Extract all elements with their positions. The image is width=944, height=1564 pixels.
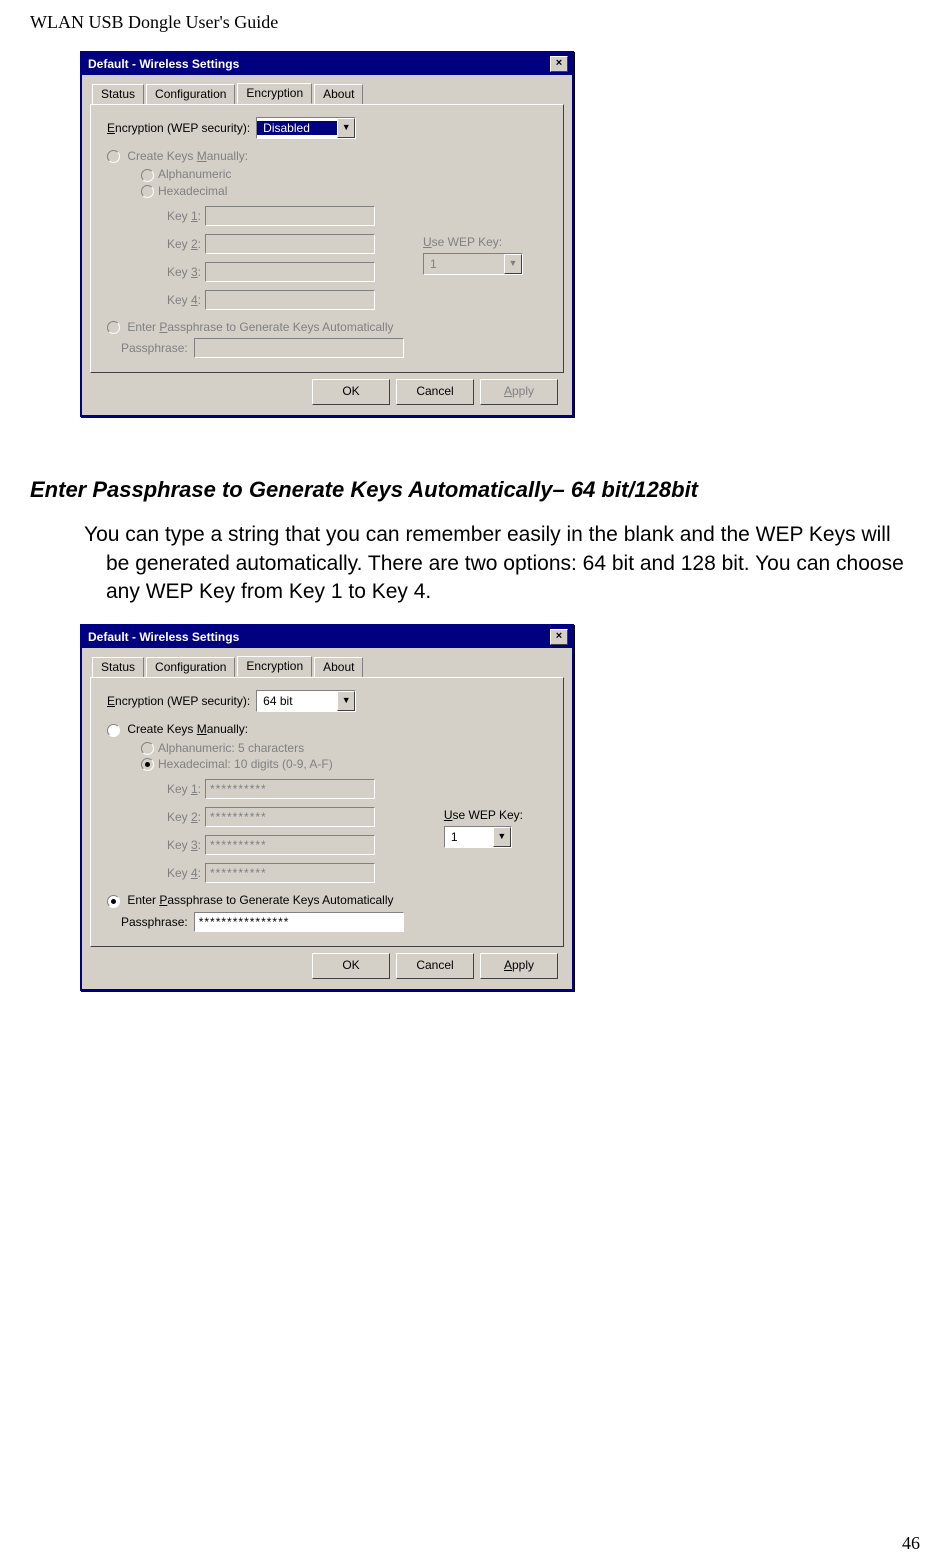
key-1-input[interactable]: **********: [205, 779, 375, 799]
create-keys-manually-radio[interactable]: Create Keys Manually:: [107, 149, 547, 163]
key-3-input[interactable]: **********: [205, 835, 375, 855]
passphrase-label: Passphrase:: [121, 341, 188, 355]
radio-icon: [141, 169, 154, 182]
enter-passphrase-radio[interactable]: Enter Passphrase to Generate Keys Automa…: [107, 893, 547, 907]
tab-status[interactable]: Status: [92, 84, 144, 105]
tab-page-encryption: Encryption (WEP security): Disabled ▼ Cr…: [90, 104, 564, 373]
tab-about[interactable]: About: [314, 84, 363, 105]
key-2-input[interactable]: [205, 234, 375, 254]
radio-icon: [141, 185, 154, 198]
apply-button[interactable]: Apply: [480, 953, 558, 979]
chevron-down-icon: ▼: [493, 827, 511, 847]
tab-configuration[interactable]: Configuration: [146, 84, 235, 105]
tab-configuration[interactable]: Configuration: [146, 657, 235, 678]
passphrase-input[interactable]: [194, 338, 404, 358]
button-bar: OK Cancel Apply: [90, 373, 564, 413]
page-header: WLAN USB Dongle User's Guide: [30, 12, 914, 33]
key-4-row: Key 4: **********: [157, 863, 547, 883]
dialog-title-text: Default - Wireless Settings: [88, 630, 239, 644]
chevron-down-icon: ▼: [337, 691, 355, 711]
close-icon[interactable]: ×: [550, 56, 568, 72]
radio-icon: [141, 758, 154, 771]
dialog-titlebar[interactable]: Default - Wireless Settings ×: [82, 626, 572, 648]
encryption-select[interactable]: 64 bit ▼: [256, 690, 356, 712]
dialog-title-text: Default - Wireless Settings: [88, 57, 239, 71]
key-1-row: Key 1: **********: [157, 779, 547, 799]
use-wep-key: Use WEP Key: 1 ▼: [423, 235, 523, 275]
body-paragraph: You can type a string that you can remem…: [84, 521, 914, 606]
encryption-label: Encryption (WEP security):: [107, 121, 250, 135]
use-wep-key: Use WEP Key: 1 ▼: [444, 808, 523, 848]
encryption-label: Encryption (WEP security):: [107, 694, 250, 708]
hex-radio[interactable]: Hexadecimal: [141, 184, 547, 198]
tab-about[interactable]: About: [314, 657, 363, 678]
use-wep-select[interactable]: 1 ▼: [444, 826, 512, 848]
passphrase-label: Passphrase:: [121, 915, 188, 929]
encryption-value: Disabled: [257, 121, 337, 135]
key-3-input[interactable]: [205, 262, 375, 282]
tab-encryption[interactable]: Encryption: [237, 83, 312, 104]
use-wep-value: 1: [445, 830, 493, 844]
radio-icon: [107, 895, 120, 908]
tabs: Status Configuration Encryption About: [90, 83, 564, 104]
ok-button[interactable]: OK: [312, 379, 390, 405]
passphrase-input[interactable]: ****************: [194, 912, 404, 932]
use-wep-value: 1: [424, 257, 504, 271]
wireless-settings-dialog-2: Default - Wireless Settings × Status Con…: [80, 624, 574, 990]
key-2-input[interactable]: **********: [205, 807, 375, 827]
passphrase-row: Passphrase:: [121, 338, 547, 358]
dialog-1-wrap: Default - Wireless Settings × Status Con…: [80, 51, 914, 417]
page-number: 46: [902, 1533, 920, 1554]
key-4-input[interactable]: [205, 290, 375, 310]
key-1-row: Key 1:: [157, 206, 547, 226]
cancel-button[interactable]: Cancel: [396, 953, 474, 979]
tabs: Status Configuration Encryption About: [90, 656, 564, 677]
alpha-radio[interactable]: Alphanumeric: 5 characters: [141, 741, 547, 755]
tab-page-encryption: Encryption (WEP security): 64 bit ▼ Crea…: [90, 677, 564, 946]
radio-icon: [107, 724, 120, 737]
dialog-titlebar[interactable]: Default - Wireless Settings ×: [82, 53, 572, 75]
section-heading: Enter Passphrase to Generate Keys Automa…: [30, 477, 914, 503]
passphrase-row: Passphrase: ****************: [121, 912, 547, 932]
tab-encryption[interactable]: Encryption: [237, 656, 312, 677]
tab-status[interactable]: Status: [92, 657, 144, 678]
radio-icon: [141, 742, 154, 755]
wireless-settings-dialog-1: Default - Wireless Settings × Status Con…: [80, 51, 574, 417]
button-bar: OK Cancel Apply: [90, 947, 564, 987]
key-1-input[interactable]: [205, 206, 375, 226]
use-wep-select[interactable]: 1 ▼: [423, 253, 523, 275]
encryption-select[interactable]: Disabled ▼: [256, 117, 356, 139]
encryption-value: 64 bit: [257, 694, 337, 708]
ok-button[interactable]: OK: [312, 953, 390, 979]
chevron-down-icon: ▼: [337, 118, 355, 138]
hex-radio[interactable]: Hexadecimal: 10 digits (0-9, A-F): [141, 757, 547, 771]
close-icon[interactable]: ×: [550, 629, 568, 645]
create-keys-manually-radio[interactable]: Create Keys Manually:: [107, 722, 547, 736]
radio-icon: [107, 150, 120, 163]
key-4-input[interactable]: **********: [205, 863, 375, 883]
radio-icon: [107, 321, 120, 334]
cancel-button[interactable]: Cancel: [396, 379, 474, 405]
key-4-row: Key 4:: [157, 290, 547, 310]
dialog-2-wrap: Default - Wireless Settings × Status Con…: [80, 624, 914, 990]
enter-passphrase-radio[interactable]: Enter Passphrase to Generate Keys Automa…: [107, 320, 547, 334]
chevron-down-icon: ▼: [504, 254, 522, 274]
alpha-radio[interactable]: Alphanumeric: [141, 167, 547, 181]
apply-button[interactable]: Apply: [480, 379, 558, 405]
